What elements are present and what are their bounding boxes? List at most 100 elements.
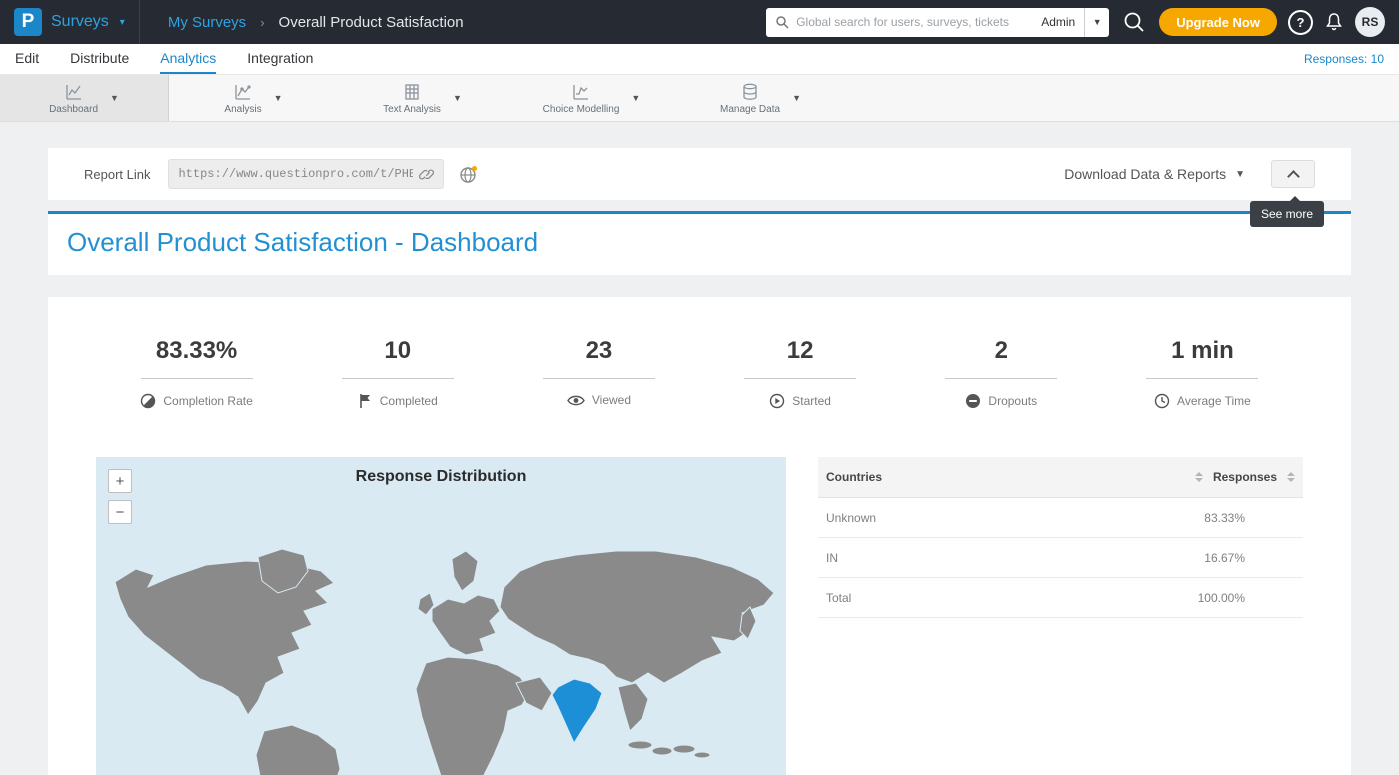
- chevron-down-icon[interactable]: ▼: [110, 93, 119, 103]
- report-link-input[interactable]: [178, 167, 413, 181]
- chevron-down-icon[interactable]: ▼: [631, 93, 640, 103]
- product-switcher[interactable]: P Surveys ▾: [0, 0, 140, 44]
- stat-started: 12 Started: [700, 337, 901, 409]
- title-card: Overall Product Satisfaction - Dashboard: [48, 214, 1351, 275]
- breadcrumb-current: Overall Product Satisfaction: [279, 14, 464, 31]
- nav-item-edit[interactable]: Edit: [15, 44, 39, 74]
- stat-dropouts: 2 Dropouts: [901, 337, 1102, 409]
- map-zoom-controls: + −: [108, 469, 132, 524]
- responses-cell: 83.33%: [1204, 511, 1245, 525]
- questionpro-logo: P: [14, 8, 42, 36]
- search-scope-label: Admin: [1041, 15, 1075, 29]
- minus-circle-icon: [965, 393, 981, 409]
- stat-label: Completed: [380, 394, 438, 408]
- completion-rate-icon: [140, 393, 156, 409]
- notifications-button[interactable]: [1324, 12, 1344, 32]
- country-cell: IN: [826, 551, 838, 565]
- bell-icon: [1324, 12, 1344, 32]
- page-content: Report Link Download Data & Reports ▼ Se…: [0, 148, 1399, 775]
- response-distribution-map: Response Distribution + −: [96, 457, 786, 775]
- database-icon: [740, 82, 760, 102]
- collapse-report-bar-button[interactable]: [1271, 160, 1315, 188]
- text-analysis-icon: [402, 82, 422, 102]
- stats-row: 83.33% Completion Rate 10 Completed: [96, 337, 1303, 409]
- page-title: Overall Product Satisfaction - Dashboard: [67, 227, 1332, 258]
- clock-icon: [1154, 393, 1170, 409]
- product-name: Surveys: [51, 13, 109, 31]
- user-avatar[interactable]: RS: [1355, 7, 1385, 37]
- search-scope-dropdown[interactable]: ▼: [1084, 8, 1109, 37]
- world-map[interactable]: [96, 487, 786, 775]
- report-link-field: [168, 159, 444, 189]
- global-search-input[interactable]: [796, 15, 1034, 29]
- topbar-actions: Admin ▼ Upgrade Now ? RS: [766, 7, 1399, 37]
- choice-modelling-icon: [571, 82, 591, 102]
- countries-table: Countries Responses Unknown 83.33% IN 16…: [818, 457, 1303, 618]
- table-row-in: IN 16.67%: [818, 538, 1303, 578]
- country-cell: Total: [826, 591, 851, 605]
- help-button[interactable]: ?: [1288, 10, 1313, 35]
- report-link-bar: Report Link Download Data & Reports ▼ Se…: [48, 148, 1351, 200]
- sort-icon-responses[interactable]: [1287, 472, 1295, 482]
- top-bar: P Surveys ▾ My Surveys › Overall Product…: [0, 0, 1399, 44]
- global-search-box: Admin: [766, 8, 1084, 37]
- tool-tab-text-analysis[interactable]: Text Analysis ▼: [338, 75, 507, 121]
- report-link-label: Report Link: [84, 167, 150, 182]
- chevron-down-icon: ▼: [1235, 169, 1245, 180]
- see-more-tooltip: See more: [1250, 201, 1324, 227]
- tool-tab-dashboard[interactable]: Dashboard ▼: [0, 75, 169, 121]
- chevron-down-icon[interactable]: ▼: [453, 93, 462, 103]
- global-search: Admin ▼: [766, 8, 1109, 37]
- header-responses[interactable]: Responses: [1213, 470, 1277, 484]
- chevron-down-icon[interactable]: ▼: [274, 93, 283, 103]
- nav-item-integration[interactable]: Integration: [247, 44, 313, 74]
- zoom-in-button[interactable]: +: [108, 469, 132, 493]
- search-icon: [775, 15, 789, 29]
- countries-table-header: Countries Responses: [818, 457, 1303, 498]
- download-data-reports-menu[interactable]: Download Data & Reports ▼: [1064, 166, 1245, 182]
- tool-tab-manage-data[interactable]: Manage Data ▼: [676, 75, 845, 121]
- public-link-settings-button[interactable]: [459, 165, 478, 184]
- country-cell: Unknown: [826, 511, 876, 525]
- tool-tab-analysis[interactable]: Analysis ▼: [169, 75, 338, 121]
- nav-item-analytics[interactable]: Analytics: [160, 44, 216, 74]
- chevron-down-icon[interactable]: ▼: [792, 93, 801, 103]
- survey-nav: Edit Distribute Analytics Integration Re…: [0, 44, 1399, 75]
- responses-cell: 16.67%: [1204, 551, 1245, 565]
- flag-icon: [358, 393, 373, 409]
- stat-label: Viewed: [592, 393, 631, 407]
- dashboard-card: 83.33% Completion Rate 10 Completed: [48, 297, 1351, 775]
- breadcrumb-my-surveys[interactable]: My Surveys: [168, 14, 246, 31]
- nav-item-distribute[interactable]: Distribute: [70, 44, 129, 74]
- stat-average-time: 1 min Average Time: [1102, 337, 1303, 409]
- zoom-out-button[interactable]: −: [108, 500, 132, 524]
- responses-cell: 100.00%: [1198, 591, 1245, 605]
- globe-icon: [459, 165, 478, 184]
- play-circle-icon: [769, 393, 785, 409]
- map-title: Response Distribution: [96, 457, 786, 486]
- stat-label: Completion Rate: [163, 394, 252, 408]
- eye-icon: [567, 394, 585, 407]
- stat-label: Dropouts: [988, 394, 1037, 408]
- link-icon[interactable]: [419, 167, 434, 182]
- map-country-india: [552, 679, 602, 743]
- advanced-search-button[interactable]: [1120, 8, 1148, 36]
- analysis-chart-icon: [233, 82, 253, 102]
- breadcrumb-separator: ›: [260, 15, 264, 30]
- stat-completed: 10 Completed: [297, 337, 498, 409]
- tool-tab-choice-modelling[interactable]: Choice Modelling ▼: [507, 75, 676, 121]
- analytics-toolbar: Dashboard ▼ Analysis ▼ Text Analysis ▼ C…: [0, 75, 1399, 122]
- stat-viewed: 23 Viewed: [498, 337, 699, 409]
- stat-label: Started: [792, 394, 831, 408]
- sort-icon-countries[interactable]: [1195, 472, 1203, 482]
- breadcrumb: My Surveys › Overall Product Satisfactio…: [140, 14, 464, 31]
- distribution-section: Response Distribution + −: [96, 457, 1303, 775]
- header-countries[interactable]: Countries: [826, 470, 882, 484]
- table-row-unknown: Unknown 83.33%: [818, 498, 1303, 538]
- upgrade-now-button[interactable]: Upgrade Now: [1159, 8, 1277, 36]
- line-chart-icon: [64, 82, 84, 102]
- table-row-total: Total 100.00%: [818, 578, 1303, 618]
- search-circle-icon: [1123, 11, 1145, 33]
- responses-count[interactable]: Responses: 10: [1304, 52, 1384, 66]
- chevron-up-icon: [1287, 170, 1300, 183]
